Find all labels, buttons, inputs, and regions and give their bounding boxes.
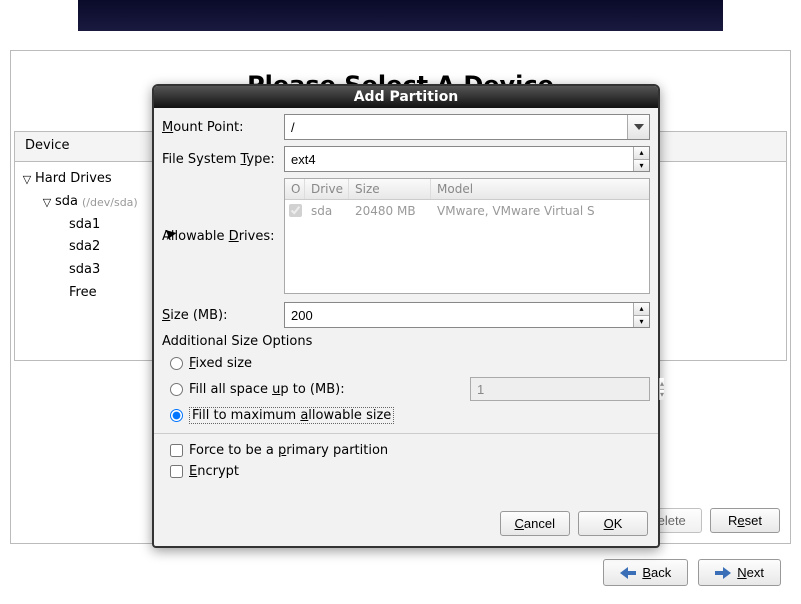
separator <box>154 433 658 434</box>
fill-up-spinner: ▴ ▾ <box>470 377 650 401</box>
primary-checkbox[interactable] <box>170 444 183 457</box>
mount-point-combo[interactable] <box>284 114 650 140</box>
back-button[interactable]: Back <box>603 559 688 586</box>
disk-path: (/dev/sda) <box>82 193 138 212</box>
fill-up-radio-row[interactable]: Fill all space up to (MB): ▴ ▾ <box>162 374 650 404</box>
ok-button[interactable]: OK <box>578 511 648 536</box>
fixed-size-radio[interactable] <box>170 357 183 370</box>
add-partition-dialog: Add Partition Mount Point: File System T… <box>152 84 660 548</box>
chevron-up-icon[interactable]: ▴ <box>634 303 649 316</box>
size-label: Size (MB): <box>162 308 284 323</box>
drives-col-drive[interactable]: Drive <box>305 179 349 199</box>
reset-button[interactable]: Reset <box>710 508 780 533</box>
drives-col-model[interactable]: Model <box>431 179 649 199</box>
nav-button-row: Back Next <box>603 559 781 586</box>
dialog-title: Add Partition <box>154 86 658 108</box>
fs-type-combo[interactable]: ▴ ▾ <box>284 146 650 172</box>
device-column-header[interactable]: Device <box>15 132 165 161</box>
fill-max-label: Fill to maximum allowable size <box>189 407 394 424</box>
expand-icon[interactable]: ▽ <box>41 193 53 212</box>
allowable-drives-label: Allowable Drives: <box>162 229 284 244</box>
encrypt-check-row[interactable]: Encrypt <box>162 461 650 482</box>
chevron-up-icon[interactable]: ▴ <box>634 147 649 160</box>
chevron-down-icon: ▾ <box>660 390 664 401</box>
allowable-drives-list[interactable]: O Drive Size Model sda 20480 MB VMware, … <box>284 178 650 294</box>
tree-label: sda <box>55 191 78 214</box>
tree-label: sda1 <box>69 214 100 237</box>
fill-max-radio-row[interactable]: Fill to maximum allowable size <box>162 404 650 427</box>
encrypt-checkbox[interactable] <box>170 465 183 478</box>
fill-up-label: Fill all space up to (MB): <box>189 382 345 397</box>
dialog-footer: Cancel OK <box>154 505 658 546</box>
mount-point-label: Mount Point: <box>162 120 284 135</box>
chevron-down-icon[interactable]: ▾ <box>634 316 649 328</box>
chevron-down-icon[interactable]: ▾ <box>634 160 649 172</box>
mount-point-input[interactable] <box>285 115 627 139</box>
drive-model: VMware, VMware Virtual S <box>431 204 649 220</box>
tree-label: sda2 <box>69 236 100 259</box>
tree-label: Free <box>69 282 97 305</box>
tree-label: sda3 <box>69 259 100 282</box>
encrypt-label: Encrypt <box>189 464 239 479</box>
chevron-down-icon[interactable] <box>627 115 649 139</box>
next-button[interactable]: Next <box>698 559 781 586</box>
drive-row[interactable]: sda 20480 MB VMware, VMware Virtual S <box>285 200 649 224</box>
chevron-up-icon: ▴ <box>660 378 664 390</box>
drives-header: O Drive Size Model <box>285 179 649 200</box>
drive-name: sda <box>305 204 349 220</box>
additional-size-group-label: Additional Size Options <box>162 334 650 349</box>
size-spin-buttons[interactable]: ▴ ▾ <box>633 303 649 327</box>
drive-checkbox[interactable] <box>289 204 302 217</box>
arrow-right-icon <box>715 567 731 579</box>
arrow-left-icon <box>620 567 636 579</box>
fill-up-input <box>471 378 659 400</box>
fill-max-radio[interactable] <box>170 409 183 422</box>
cancel-button[interactable]: Cancel <box>500 511 570 536</box>
drive-size: 20480 MB <box>349 204 431 220</box>
drives-col-size[interactable]: Size <box>349 179 431 199</box>
expand-icon[interactable]: ▽ <box>21 170 33 189</box>
fill-up-spin-buttons: ▴ ▾ <box>659 378 664 400</box>
fill-up-radio[interactable] <box>170 383 183 396</box>
fs-type-spinner[interactable]: ▴ ▾ <box>633 147 649 171</box>
primary-label: Force to be a primary partition <box>189 443 388 458</box>
size-input[interactable] <box>285 303 633 327</box>
fixed-size-radio-row[interactable]: Fixed size <box>162 353 650 374</box>
top-banner <box>78 0 723 31</box>
tree-label: Hard Drives <box>35 168 112 191</box>
fs-type-input[interactable] <box>285 147 633 171</box>
size-spinner[interactable]: ▴ ▾ <box>284 302 650 328</box>
drives-col-check[interactable]: O <box>285 179 305 199</box>
fs-type-label: File System Type: <box>162 152 284 167</box>
primary-check-row[interactable]: Force to be a primary partition <box>162 440 650 461</box>
fixed-size-label: Fixed size <box>189 356 252 371</box>
